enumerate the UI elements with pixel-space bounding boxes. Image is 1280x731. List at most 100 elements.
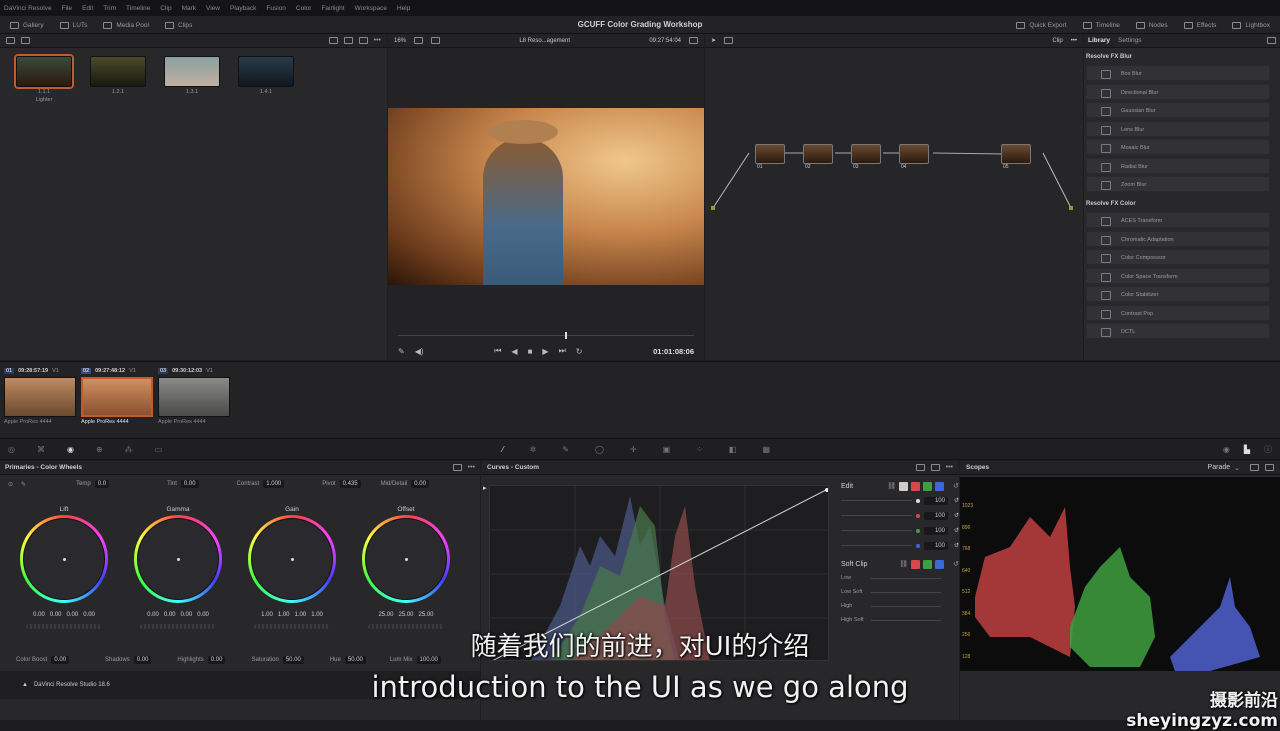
menu-item-7[interactable]: View bbox=[206, 5, 220, 12]
hand-icon[interactable] bbox=[724, 37, 734, 44]
picker-icon[interactable]: ✎ bbox=[21, 481, 26, 488]
reset-icon[interactable]: ↺ bbox=[953, 560, 959, 568]
curves-icon[interactable]: ⁄ bbox=[502, 445, 503, 454]
import-icon[interactable] bbox=[21, 37, 30, 44]
wheel-value[interactable]: 1.00 bbox=[311, 612, 323, 618]
softclip-red-toggle[interactable] bbox=[911, 559, 921, 569]
temp-value[interactable]: 0.0 bbox=[94, 480, 110, 488]
intensity-slider[interactable] bbox=[841, 500, 912, 501]
fx-color-item[interactable]: Chromatic Adaptation bbox=[1086, 230, 1270, 247]
fx-blur-item[interactable]: Mosaic Blur bbox=[1086, 139, 1270, 155]
more-options-icon[interactable]: ••• bbox=[946, 464, 953, 471]
reset-icon[interactable]: ↺ bbox=[954, 542, 959, 549]
lock-icon[interactable] bbox=[930, 464, 940, 471]
intensity-slider[interactable] bbox=[841, 545, 912, 546]
wheel-value[interactable]: 1.00 bbox=[295, 612, 307, 618]
wheel-dial[interactable] bbox=[134, 515, 222, 603]
softclip-slider[interactable] bbox=[871, 605, 941, 607]
menu-item-10[interactable]: Color bbox=[296, 5, 312, 12]
wheel-dial[interactable] bbox=[20, 515, 108, 603]
fx-color-item[interactable]: Color Compressor bbox=[1086, 249, 1270, 265]
menu-item-6[interactable]: Mark bbox=[182, 5, 196, 12]
tint-value[interactable]: 0.00 bbox=[180, 480, 199, 488]
timeline-clip[interactable]: 01 09:28:57:19 V1 Apple ProRes 4444 bbox=[4, 366, 78, 425]
search-icon[interactable] bbox=[1267, 37, 1276, 44]
fx-blur-item[interactable]: Gaussian Blur bbox=[1086, 102, 1270, 118]
menu-item-8[interactable]: Playback bbox=[230, 5, 256, 12]
gallery-still[interactable]: 1.4.1 bbox=[238, 56, 294, 97]
fx-color-item[interactable]: Contrast Pop bbox=[1086, 304, 1270, 321]
red-channel-toggle[interactable] bbox=[911, 481, 921, 491]
menu-item-5[interactable]: Clip bbox=[160, 5, 171, 12]
clip-thumbnail[interactable] bbox=[158, 377, 230, 417]
still-thumbnail[interactable] bbox=[14, 54, 74, 89]
node[interactable]: 04 bbox=[899, 144, 929, 170]
clip-mode[interactable]: Clip bbox=[1052, 38, 1062, 44]
softclip-slider[interactable] bbox=[871, 577, 941, 579]
reset-icon[interactable]: ↺ bbox=[954, 512, 959, 519]
motion-effects-icon[interactable]: ▭ bbox=[155, 445, 163, 454]
wheel-value[interactable]: 0.00 bbox=[33, 612, 45, 618]
blue-channel-toggle[interactable] bbox=[935, 481, 945, 491]
node-thumbnail[interactable] bbox=[899, 144, 929, 164]
softclip-slider[interactable] bbox=[871, 619, 941, 621]
menu-item-3[interactable]: Trim bbox=[103, 5, 116, 12]
qualifier-icon[interactable]: ✎ bbox=[562, 445, 569, 454]
rgb-mixer-icon[interactable]: ⁂ bbox=[125, 445, 133, 454]
wheel-center[interactable] bbox=[251, 518, 333, 600]
first-frame-icon[interactable]: ⏮ bbox=[494, 346, 501, 356]
scopes-icon[interactable]: ▙ bbox=[1244, 445, 1250, 454]
intensity-slider[interactable] bbox=[841, 515, 912, 516]
menu-item-2[interactable]: Edit bbox=[82, 5, 93, 12]
wheel-value[interactable]: 0.00 bbox=[147, 612, 159, 618]
color-warper-icon[interactable]: ✲ bbox=[530, 445, 537, 454]
wheel-dial[interactable] bbox=[248, 515, 336, 603]
viewer-options-icon[interactable] bbox=[689, 37, 699, 44]
audio-icon[interactable]: ◀) bbox=[415, 347, 424, 356]
node-thumbnail[interactable] bbox=[803, 144, 833, 164]
reverse-icon[interactable]: ◀ bbox=[511, 347, 517, 356]
curve-mode-icon[interactable] bbox=[915, 464, 925, 471]
wheel-value[interactable]: 1.00 bbox=[261, 612, 273, 618]
node-thumbnail[interactable] bbox=[851, 144, 881, 164]
timeline-clip[interactable]: 02 09:27:48:12 V1 Apple ProRes 4444 bbox=[81, 366, 155, 425]
play-icon[interactable]: ▶ bbox=[542, 347, 548, 356]
wheels-mode-icon[interactable] bbox=[452, 464, 462, 471]
fx-color-item[interactable]: DCTL bbox=[1086, 323, 1270, 339]
clip-thumbnail[interactable] bbox=[4, 377, 76, 417]
intensity-value[interactable]: 100 bbox=[923, 511, 948, 520]
softclip-green-toggle[interactable] bbox=[923, 559, 933, 569]
topbar-button-3[interactable]: Clips bbox=[157, 16, 200, 34]
gallery-still[interactable]: 1.3.1 bbox=[164, 56, 220, 97]
still-thumbnail[interactable] bbox=[164, 56, 220, 87]
color-match-icon[interactable]: ⌘ bbox=[37, 445, 45, 454]
stop-icon[interactable]: ■ bbox=[528, 347, 533, 356]
y-channel-toggle[interactable] bbox=[899, 481, 909, 491]
sizing-icon[interactable]: ▦ bbox=[762, 445, 770, 454]
wheel-value[interactable]: 25.00 bbox=[419, 612, 434, 618]
menu-item-4[interactable]: Timeline bbox=[126, 5, 150, 12]
window-icon[interactable]: ◯ bbox=[595, 445, 604, 454]
key-icon[interactable]: ◧ bbox=[729, 445, 737, 454]
link-icon[interactable]: ⛓ bbox=[899, 560, 908, 568]
magic-mask-icon[interactable]: ▣ bbox=[663, 445, 671, 454]
menu-item-1[interactable]: File bbox=[62, 5, 72, 12]
node-thumbnail[interactable] bbox=[755, 144, 785, 164]
menu-item-9[interactable]: Fusion bbox=[266, 5, 286, 12]
wheel-center[interactable] bbox=[137, 518, 219, 600]
intensity-value[interactable]: 100 bbox=[923, 526, 948, 535]
wheel-center[interactable] bbox=[23, 518, 105, 600]
node[interactable]: 02 bbox=[803, 144, 833, 170]
wheel-value[interactable]: 25.00 bbox=[378, 612, 393, 618]
menu-item-0[interactable]: DaVinci Resolve bbox=[4, 5, 52, 12]
tab-library[interactable]: Library bbox=[1088, 37, 1110, 44]
wheel-value[interactable]: 0.00 bbox=[164, 612, 176, 618]
grid-view-icon[interactable] bbox=[328, 37, 338, 44]
timeline-name[interactable]: L8 Reso...agement bbox=[519, 38, 570, 44]
softclip-slider[interactable] bbox=[871, 591, 941, 593]
clip-thumbnail[interactable] bbox=[81, 377, 153, 417]
hdr-icon[interactable]: ⊕ bbox=[96, 445, 103, 454]
color-wheels-icon[interactable]: ◉ bbox=[67, 445, 74, 454]
intensity-value[interactable]: 100 bbox=[923, 496, 948, 505]
blur-icon[interactable]: ⁘ bbox=[696, 445, 703, 454]
